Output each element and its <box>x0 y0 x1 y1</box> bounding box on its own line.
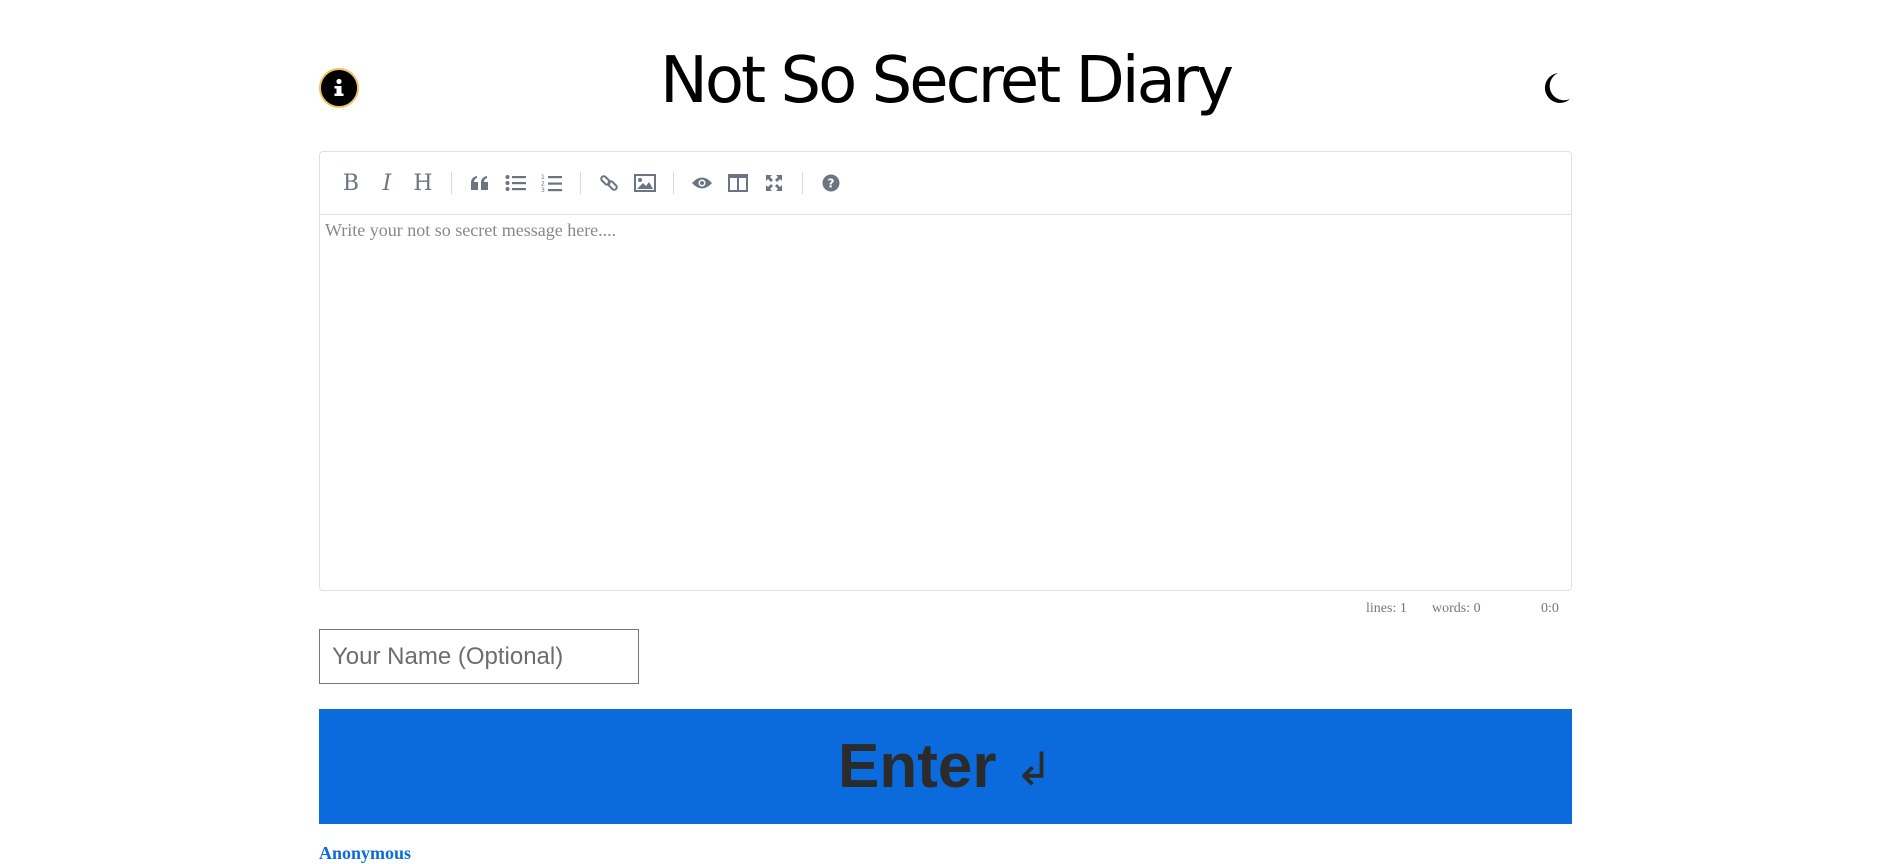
unordered-list-button[interactable] <box>500 167 532 199</box>
heading-button[interactable]: H <box>407 167 439 199</box>
enter-label: Enter <box>837 732 997 801</box>
lines-count: lines: 1 <box>1366 601 1407 616</box>
image-button[interactable] <box>629 167 661 199</box>
editor-statusbar: lines: 1 words: 0 0:0 <box>319 601 1572 621</box>
bullet-list-icon <box>505 175 526 191</box>
moon-icon <box>1544 73 1570 103</box>
app-container: Not So Secret Diary B I H 1 2 3 ? Write … <box>319 0 1572 863</box>
words-count: words: 0 <box>1432 601 1481 616</box>
enter-button[interactable]: Enter ↲ <box>319 709 1572 824</box>
message-placeholder: Write your not so secret message here...… <box>325 220 617 240</box>
guide-button[interactable]: ? <box>815 167 847 199</box>
fullscreen-icon <box>766 175 782 191</box>
columns-icon <box>728 174 748 192</box>
page-title: Not So Secret Diary <box>660 44 1234 118</box>
toolbar-separator <box>451 172 452 194</box>
eye-icon <box>692 177 712 189</box>
svg-text:?: ? <box>828 177 835 191</box>
italic-icon: I <box>382 170 392 196</box>
image-icon <box>634 174 656 192</box>
ordered-list-button[interactable]: 1 2 3 <box>536 167 568 199</box>
toolbar-separator <box>802 172 803 194</box>
toolbar-separator <box>580 172 581 194</box>
heading-icon: H <box>413 170 433 196</box>
italic-button[interactable]: I <box>371 167 403 199</box>
editor-toolbar: B I H 1 2 3 ? <box>320 152 1571 215</box>
preview-button[interactable] <box>686 167 718 199</box>
theme-toggle-button[interactable] <box>1536 68 1572 108</box>
numbered-list-icon: 1 2 3 <box>541 174 562 193</box>
toolbar-separator <box>673 172 674 194</box>
link-button[interactable] <box>593 167 625 199</box>
message-textarea[interactable]: Write your not so secret message here...… <box>320 215 1571 585</box>
quote-icon <box>471 176 488 190</box>
bold-button[interactable]: B <box>335 167 367 199</box>
markdown-editor: B I H 1 2 3 ? Write your not so secret m… <box>319 151 1572 591</box>
help-icon: ? <box>822 174 840 192</box>
side-by-side-button[interactable] <box>722 167 754 199</box>
name-input[interactable] <box>319 629 639 684</box>
entry-author[interactable]: Anonymous <box>319 843 411 864</box>
header: Not So Secret Diary <box>319 0 1572 150</box>
svg-text:3: 3 <box>541 187 545 193</box>
quote-button[interactable] <box>464 167 496 199</box>
bold-icon: B <box>342 170 360 196</box>
link-icon <box>600 175 618 191</box>
cursor-position: 0:0 <box>1541 601 1559 616</box>
fullscreen-button[interactable] <box>758 167 790 199</box>
enter-arrow-icon: ↲ <box>1014 742 1054 795</box>
